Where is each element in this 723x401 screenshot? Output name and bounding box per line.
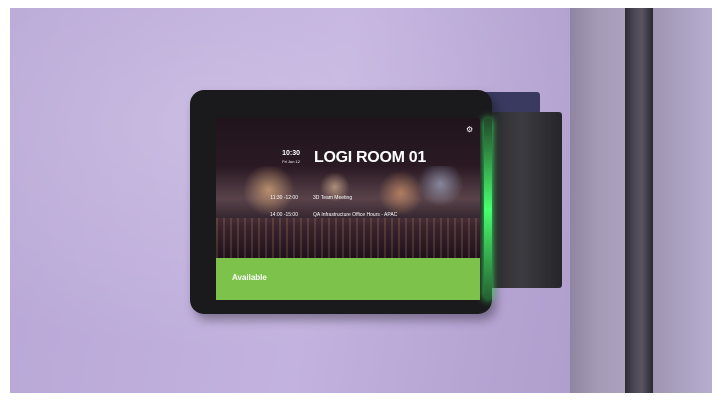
availability-status-label: Available xyxy=(232,273,267,282)
status-led-bar xyxy=(484,118,492,300)
meeting-time: 11:30 -12:00 xyxy=(270,195,298,201)
clock-date: Fri Jun 12 xyxy=(282,159,300,164)
gear-icon[interactable]: ⚙ xyxy=(466,126,473,134)
meeting-time: 14:00 -15:00 xyxy=(269,212,298,218)
meeting-title[interactable]: 3D Team Meeting xyxy=(313,195,352,201)
availability-status-bar[interactable]: Available xyxy=(216,258,480,300)
room-name: LOGI ROOM 01 xyxy=(314,149,426,166)
side-panel xyxy=(653,8,712,393)
device-mount xyxy=(482,112,562,288)
clock-time: 10:30 xyxy=(282,150,300,157)
door-frame xyxy=(625,8,653,393)
meeting-title[interactable]: QA Infrastructure Office Hours - APAC xyxy=(313,212,397,218)
